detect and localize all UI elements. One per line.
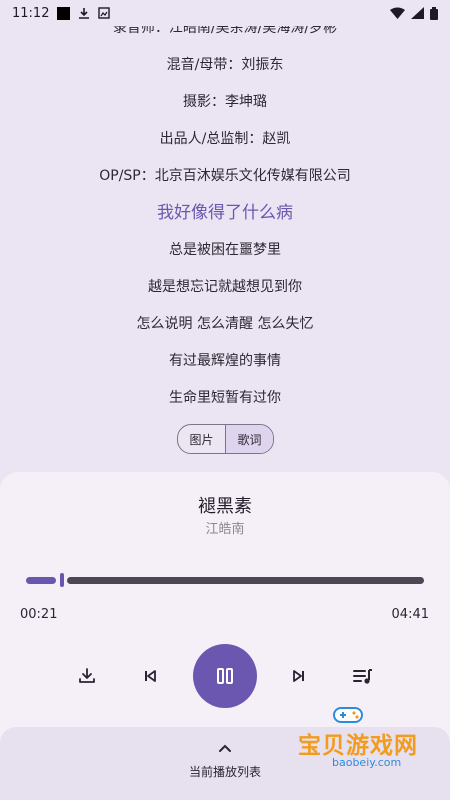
view-toggle: 图片 歌词 <box>177 424 274 454</box>
current-time: 00:21 <box>20 607 58 622</box>
total-time: 04:41 <box>391 607 429 622</box>
lyrics-panel: 录音师：江皓南/吴余涛/吴海涛/罗彬 混音/母带：刘振东 摄影：李坤璐 出品人/… <box>0 10 450 417</box>
lyric-line: 混音/母带：刘振东 <box>166 57 284 73</box>
lyric-line: 摄影：李坤璐 <box>183 94 267 110</box>
notification-icon <box>57 6 71 20</box>
chevron-up-icon <box>219 744 231 752</box>
lyric-line: 生命里短暂有过你 <box>169 390 281 406</box>
status-left: 11:12 <box>12 5 111 21</box>
status-right <box>390 6 438 20</box>
lyric-line: 出品人/总监制：赵凯 <box>159 131 291 147</box>
pause-button[interactable] <box>193 644 257 708</box>
status-bar: 11:12 <box>0 0 450 26</box>
playlist-button[interactable] <box>351 664 375 688</box>
lyric-line: 怎么说明 怎么清醒 怎么失忆 <box>136 316 314 332</box>
battery-icon <box>430 6 438 20</box>
previous-button[interactable] <box>138 664 162 688</box>
lyric-line-current: 我好像得了什么病 <box>157 203 293 223</box>
next-button[interactable] <box>287 664 311 688</box>
lyric-line: 有过最辉煌的事情 <box>169 353 281 369</box>
progress-slider[interactable] <box>26 573 424 587</box>
image-notification-icon <box>98 7 111 19</box>
song-artist: 江皓南 <box>205 522 245 537</box>
song-title: 褪黑素 <box>198 496 252 517</box>
watermark-logo: 宝贝游戏网 baobeiy.com <box>298 707 428 778</box>
progress-thumb[interactable] <box>60 573 64 587</box>
watermark-url: baobeiy.com <box>332 756 402 769</box>
skip-next-icon <box>293 670 304 682</box>
progress-track <box>67 577 424 584</box>
wifi-icon <box>390 7 405 19</box>
download-notification-icon <box>79 7 90 19</box>
lyric-line: 总是被困在噩梦里 <box>169 242 281 258</box>
image-view-button[interactable]: 图片 <box>178 425 225 453</box>
download-icon <box>79 668 95 683</box>
lyric-line: OP/SP：北京百沐娱乐文化传媒有限公司 <box>99 168 351 184</box>
download-button[interactable] <box>75 664 99 688</box>
signal-icon <box>411 7 424 19</box>
skip-previous-icon <box>145 670 156 682</box>
status-time: 11:12 <box>12 5 50 21</box>
pause-icon <box>217 668 233 684</box>
queue-music-icon <box>353 669 372 684</box>
gamepad-icon <box>333 707 363 723</box>
progress-fill <box>26 577 56 584</box>
playback-controls <box>0 644 450 708</box>
watermark-brand: 宝贝游戏网 <box>298 733 418 759</box>
lyric-line: 越是想忘记就越想见到你 <box>148 279 302 295</box>
lyrics-view-button[interactable]: 歌词 <box>225 425 273 453</box>
